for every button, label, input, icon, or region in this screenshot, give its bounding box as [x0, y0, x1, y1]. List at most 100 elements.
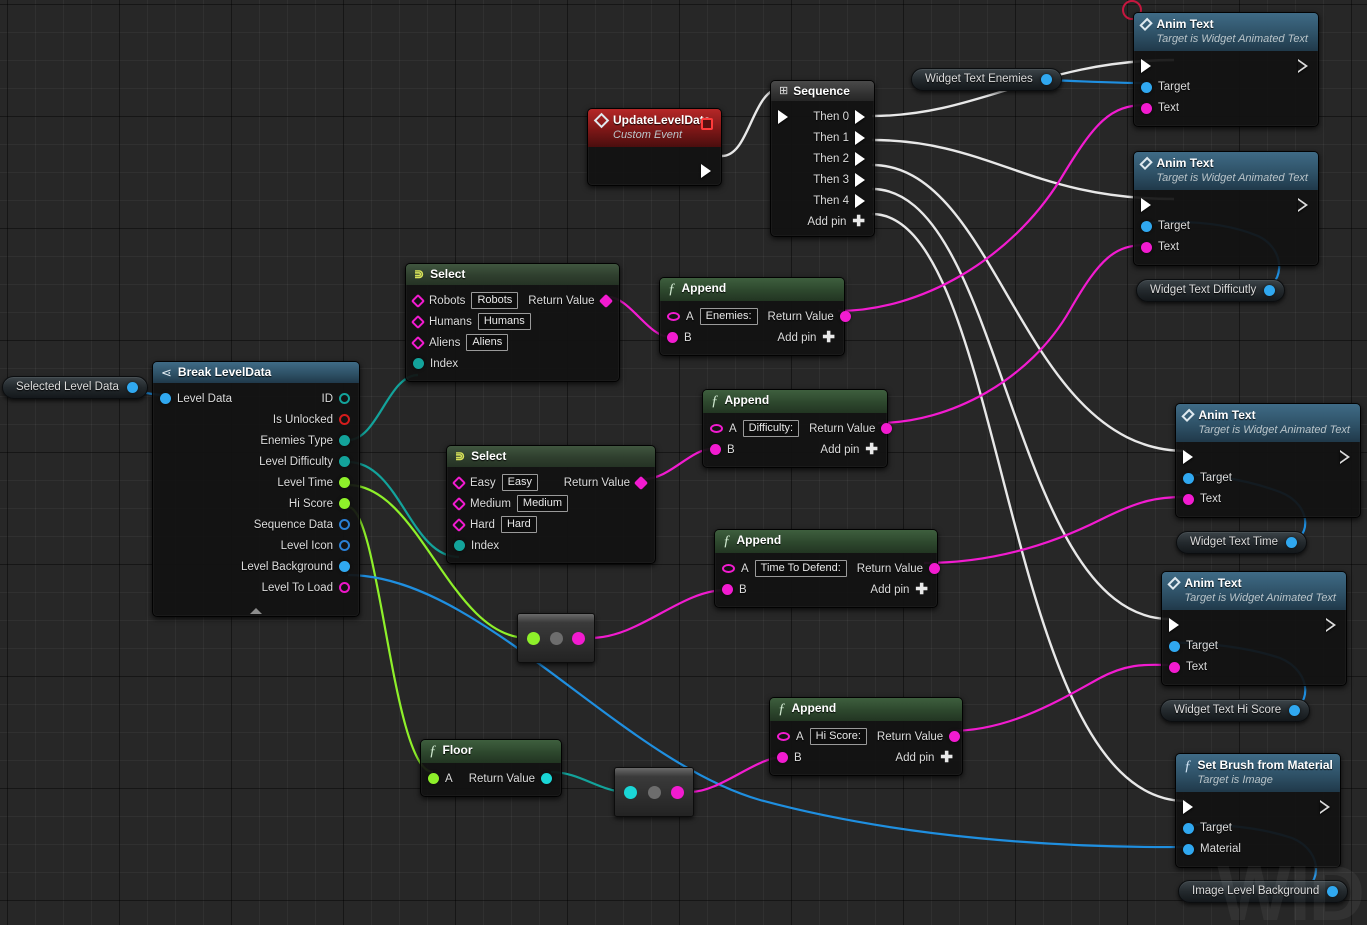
value-field-a[interactable]: Time To Defend: — [754, 559, 847, 578]
output-pin-level-to-load[interactable] — [339, 582, 350, 593]
exec-output-pin[interactable] — [701, 163, 711, 178]
value-field-hard[interactable]: Hard — [500, 515, 537, 534]
exec-output-pin-then-3[interactable] — [855, 172, 865, 187]
input-pin-a[interactable] — [777, 732, 790, 741]
input-pin-target[interactable] — [1183, 822, 1194, 834]
exec-input-pin[interactable] — [1141, 59, 1151, 74]
exec-input-pin[interactable] — [1169, 618, 1179, 633]
node-anim-text-2[interactable]: Anim Text Target is Widget Animated Text… — [1133, 151, 1319, 266]
output-pin[interactable] — [572, 631, 585, 645]
exec-input-pin[interactable] — [1183, 800, 1193, 815]
node-select-difficulty[interactable]: ⋑ Select Easy Easy Return Value Medium M… — [446, 445, 656, 564]
output-pin-id[interactable] — [339, 393, 350, 404]
input-pin-a[interactable] — [667, 312, 680, 321]
output-pin[interactable] — [1040, 73, 1052, 85]
output-pin[interactable] — [126, 381, 138, 393]
value-field-easy[interactable]: Easy — [501, 473, 539, 492]
output-pin-is-unlocked[interactable] — [339, 414, 350, 425]
node-anim-text-4[interactable]: Anim Text Target is Widget Animated Text… — [1161, 571, 1347, 686]
value-field-humans[interactable]: Humans — [477, 312, 531, 331]
output-pin-return-value[interactable] — [541, 773, 552, 784]
exec-output-pin[interactable] — [1298, 59, 1309, 74]
add-pin-row[interactable]: Add pin ✚ — [771, 211, 874, 229]
input-pin[interactable] — [624, 785, 637, 799]
value-field-a[interactable]: Difficulty: — [742, 419, 800, 438]
input-pin-b[interactable] — [777, 752, 788, 763]
output-pin-hi-score[interactable] — [339, 498, 350, 509]
exec-input-pin[interactable] — [1183, 450, 1193, 465]
variable-node-widget-text-enemies[interactable]: Widget Text Enemies — [911, 68, 1062, 91]
output-pin-level-difficulty[interactable] — [339, 456, 350, 467]
input-pin-a[interactable] — [428, 773, 439, 784]
value-field-aliens[interactable]: Aliens — [466, 333, 509, 352]
exec-output-pin-then-0[interactable] — [855, 109, 865, 124]
input-pin-easy[interactable] — [451, 475, 467, 490]
plus-icon[interactable]: ✚ — [852, 214, 865, 229]
plus-icon[interactable]: ✚ — [822, 330, 835, 345]
exec-output-pin-then-4[interactable] — [855, 193, 865, 208]
plus-icon[interactable]: ✚ — [865, 442, 878, 457]
value-field-robots[interactable]: Robots — [471, 291, 519, 310]
variable-node-widget-text-time[interactable]: Widget Text Time — [1176, 531, 1307, 554]
input-pin-text[interactable] — [1183, 493, 1194, 505]
input-pin-target[interactable] — [1183, 472, 1194, 484]
output-pin-enemies-type[interactable] — [339, 435, 350, 446]
output-pin-return-value[interactable] — [598, 293, 613, 308]
input-pin-b[interactable] — [710, 444, 721, 455]
exec-input-pin[interactable] — [778, 109, 788, 124]
node-conversion-collapsed-1[interactable] — [517, 613, 595, 663]
input-pin-b[interactable] — [667, 332, 678, 343]
input-pin-robots[interactable] — [410, 293, 426, 308]
input-pin-hard[interactable] — [451, 517, 467, 532]
node-select-enemies[interactable]: ⋑ Select Robots Robots Return Value Huma… — [405, 263, 620, 382]
input-pin-target[interactable] — [1169, 640, 1180, 652]
node-append-enemies[interactable]: ƒ Append A Enemies: Return Value B Add p… — [659, 277, 851, 356]
output-pin-level-icon[interactable] — [339, 540, 350, 551]
input-pin-aliens[interactable] — [410, 335, 426, 350]
output-pin-return-value[interactable] — [839, 311, 851, 322]
collapse-arrow-icon[interactable] — [250, 608, 262, 614]
plus-icon[interactable]: ✚ — [915, 582, 928, 597]
node-anim-text-3[interactable]: Anim Text Target is Widget Animated Text… — [1175, 403, 1361, 518]
input-pin-text[interactable] — [1141, 102, 1152, 114]
output-pin-return-value[interactable] — [881, 423, 893, 434]
exec-output-pin-then-2[interactable] — [855, 151, 865, 166]
output-pin[interactable] — [1289, 704, 1301, 716]
output-pin-level-background[interactable] — [339, 561, 350, 572]
input-pin-b[interactable] — [722, 584, 733, 595]
input-pin-a[interactable] — [722, 564, 735, 573]
exec-output-pin[interactable] — [1326, 618, 1337, 633]
plus-icon[interactable]: ✚ — [940, 750, 953, 765]
exec-output-pin[interactable] — [1340, 450, 1351, 465]
variable-node-selected-level-data[interactable]: Selected Level Data — [2, 376, 148, 399]
node-floor[interactable]: ƒ Floor A Return Value — [420, 739, 562, 797]
variable-node-widget-text-difficulty[interactable]: Widget Text Difficutly — [1136, 279, 1286, 302]
output-pin[interactable] — [1264, 284, 1276, 296]
input-pin-index[interactable] — [413, 358, 424, 369]
node-append-difficulty[interactable]: ƒ Append A Difficulty: Return Value B Ad… — [702, 389, 893, 468]
output-pin[interactable] — [1286, 536, 1297, 548]
exec-output-pin[interactable] — [1298, 198, 1309, 213]
output-pin-return-value[interactable] — [949, 731, 961, 742]
blueprint-graph-canvas[interactable]: Selected Level Data Widget Text Enemies … — [0, 0, 1367, 925]
input-pin-humans[interactable] — [410, 314, 426, 329]
center-pin[interactable] — [647, 785, 661, 799]
node-custom-event-update-level-data[interactable]: UpdateLevelData Custom Event — [587, 108, 722, 186]
node-set-brush-from-material[interactable]: ƒ Set Brush from Material Target is Imag… — [1175, 753, 1341, 868]
output-pin-level-time[interactable] — [339, 477, 350, 488]
variable-node-image-level-background[interactable]: Image Level Background — [1178, 880, 1349, 903]
input-pin-target[interactable] — [1141, 81, 1152, 93]
node-append-hi-score[interactable]: ƒ Append A Hi Score: Return Value B Add … — [769, 697, 963, 776]
value-field-a[interactable]: Hi Score: — [809, 727, 867, 746]
input-pin-a[interactable] — [710, 424, 723, 433]
output-pin[interactable] — [671, 785, 684, 799]
input-pin-level-data[interactable] — [160, 393, 171, 404]
input-pin-text[interactable] — [1169, 661, 1180, 673]
output-pin-return-value[interactable] — [633, 475, 649, 490]
node-append-time[interactable]: ƒ Append A Time To Defend: Return Value … — [714, 529, 941, 608]
input-pin-text[interactable] — [1141, 241, 1152, 253]
input-pin-material[interactable] — [1183, 843, 1194, 855]
input-pin-medium[interactable] — [451, 496, 467, 511]
center-pin[interactable] — [549, 631, 563, 645]
node-conversion-collapsed-2[interactable] — [614, 767, 694, 817]
